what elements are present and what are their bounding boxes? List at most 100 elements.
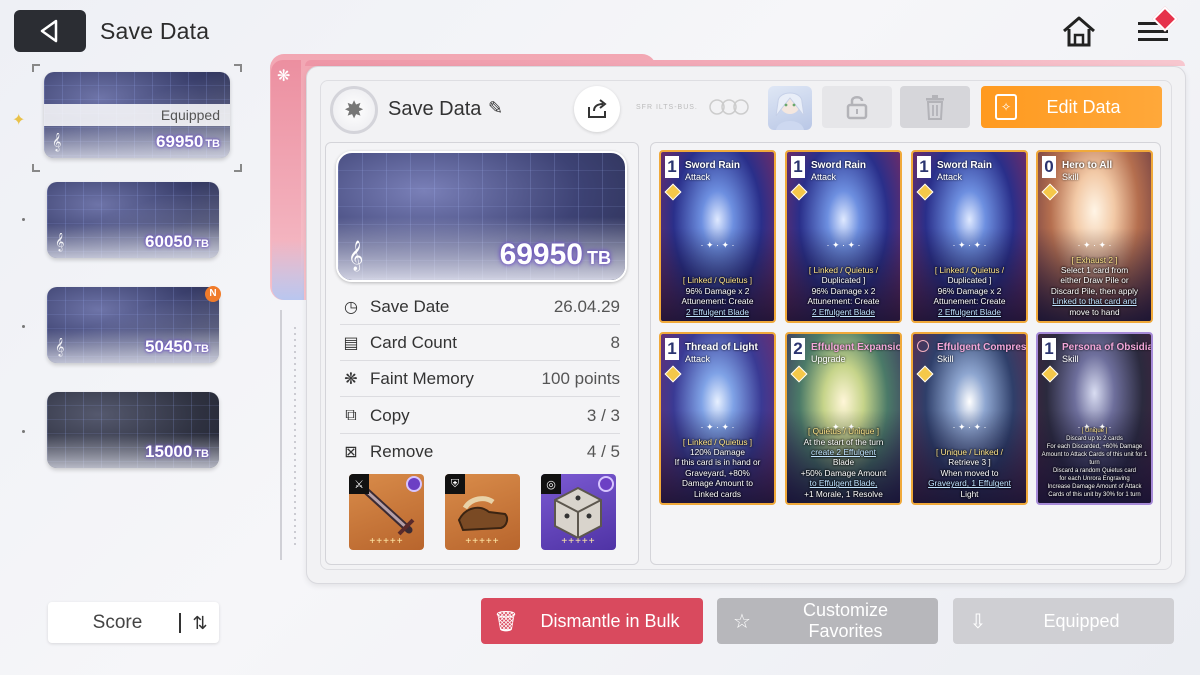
card-description: [ Unique ] Discard up to 2 cards For each … bbox=[1041, 427, 1148, 499]
sort-button[interactable]: Score ⇅ bbox=[48, 602, 219, 643]
card-name: Thread of Light bbox=[685, 342, 758, 353]
card-cost: 2 bbox=[791, 338, 805, 360]
card-description-line: Select 1 card from bbox=[1060, 264, 1129, 275]
save-slot-2[interactable]: 𝄞 60050 TB bbox=[47, 182, 219, 258]
card-description-line: When moved to bbox=[940, 467, 999, 478]
stat-copy: ⧉ Copy 3 / 3 bbox=[340, 398, 620, 434]
card-description: [ Linked / Quietus / Duplicated ] 96% Dama… bbox=[916, 265, 1023, 317]
card-description-line: Blade bbox=[832, 457, 855, 468]
card-edit-icon: ✧ bbox=[995, 94, 1017, 120]
trash-icon: 🗑 bbox=[493, 610, 519, 633]
menu-button[interactable] bbox=[1130, 6, 1178, 52]
sparkle-decor: · ✦ · ✦ · bbox=[952, 422, 987, 432]
preview-value: 69950 TB bbox=[499, 238, 611, 271]
equipped-label: Equipped bbox=[44, 104, 230, 126]
cards-icon: ▤ bbox=[343, 334, 359, 352]
card-cost: 1 bbox=[917, 156, 931, 178]
card-description-line: +1 Morale, 1 Resolve bbox=[804, 488, 883, 499]
card-description-line: [ Linked / Quietus / bbox=[934, 264, 1005, 275]
card-description-line: [ Unique / Linked / bbox=[936, 446, 1003, 457]
item-stars: +++++ bbox=[369, 536, 404, 547]
decor-dots bbox=[292, 325, 298, 545]
home-icon bbox=[1063, 16, 1095, 47]
card-description-line: If this card is in hand or bbox=[674, 457, 761, 468]
card-1[interactable]: · ✦ · ✦ · 1 Sword Rain Attack [ Linked / Qui… bbox=[659, 150, 776, 323]
remove-icon: ⊠ bbox=[344, 444, 358, 461]
customize-favorites-button[interactable]: ☆ Customize Favorites bbox=[717, 598, 938, 644]
card-8[interactable]: · ✦ · ✦ · 1 Persona of Obsidian Skill[ Uniq… bbox=[1036, 332, 1153, 505]
sparkle-decor: · ✦ · ✦ · bbox=[952, 240, 987, 250]
slot-value: 69950 TB bbox=[156, 132, 220, 151]
save-slot-1[interactable]: Equipped 𝄞 69950 TB bbox=[44, 72, 230, 158]
save-preview-image: 𝄞 69950 TB bbox=[336, 151, 627, 282]
sort-order-icon[interactable]: ⇅ bbox=[179, 612, 219, 633]
dismantle-in-bulk-button[interactable]: 🗑 Dismantle in Bulk bbox=[481, 598, 703, 644]
decor-text: SFR ILTS-BUS. bbox=[636, 104, 698, 111]
save-emblem-icon: ✸ bbox=[330, 86, 378, 134]
rename-pencil-icon[interactable]: ✎ bbox=[488, 98, 503, 119]
page-title: Save Data bbox=[100, 18, 210, 44]
save-slot-4[interactable]: 15000 TB bbox=[47, 392, 219, 468]
card-description-line: either Draw Pile or bbox=[1060, 275, 1129, 286]
trash-icon bbox=[926, 95, 944, 120]
card-name: Persona of Obsidian bbox=[1062, 342, 1153, 353]
card-description: [ Linked / Quietus ] 120% Damage If this c… bbox=[664, 437, 771, 499]
card-description-line: to Effulgent Blade, bbox=[809, 478, 878, 489]
rarity-orb-icon bbox=[406, 476, 422, 492]
clef-icon: 𝄞 bbox=[55, 339, 65, 356]
back-button[interactable] bbox=[14, 10, 86, 52]
sparkle-decor: · ✦ · ✦ · bbox=[700, 422, 735, 432]
item-stars: +++++ bbox=[465, 536, 500, 547]
home-button[interactable] bbox=[1058, 10, 1100, 52]
card-7[interactable]: · ✦ · ✦ · Effulgent CompressionSkill [ Uni… bbox=[911, 332, 1028, 505]
card-description-line: 2 Effulgent Blade bbox=[685, 306, 750, 317]
card-type: Attack bbox=[685, 354, 711, 364]
card-3[interactable]: · ✦ · ✦ · 1 Sword Rain Attack [ Linked / Qui… bbox=[911, 150, 1028, 323]
card-2[interactable]: · ✦ · ✦ · 1 Sword Rain Attack [ Linked / Qui… bbox=[785, 150, 902, 323]
item-stars: +++++ bbox=[561, 536, 596, 547]
card-description-line: [ Linked / Quietus ] bbox=[682, 275, 753, 286]
stat-label: Save Date bbox=[370, 296, 450, 316]
card-4[interactable]: · ✦ · ✦ · 0 Hero to All Skill [ Exhaust 2 ] S… bbox=[1036, 150, 1153, 323]
equip-button[interactable]: ⇩ Equipped bbox=[953, 598, 1174, 644]
card-description-line: 96% Damage x 2 bbox=[685, 285, 750, 296]
card-name: Sword Rain bbox=[685, 160, 741, 171]
brain-icon: ❋ bbox=[277, 68, 291, 85]
lock-button[interactable] bbox=[822, 86, 892, 128]
card-type: Upgrade bbox=[811, 354, 846, 364]
equipment-armor[interactable]: ⛨ +++++ bbox=[445, 474, 520, 550]
slot-value: 50450 TB bbox=[145, 337, 209, 356]
star-edit-icon: ☆ bbox=[733, 610, 751, 633]
sword-icon: ⚔ bbox=[349, 474, 369, 494]
clef-icon: 𝄞 bbox=[55, 234, 65, 251]
ring-icon: ◎ bbox=[541, 474, 561, 494]
card-description-line: Damage Amount to bbox=[681, 478, 754, 489]
save-slot-3[interactable]: 𝄞 50450 TB bbox=[47, 287, 219, 363]
card-cost: 1 bbox=[665, 338, 679, 360]
character-portrait-icon bbox=[775, 92, 805, 130]
card-5[interactable]: · ✦ · ✦ · 1 Thread of Light Attack [ Linked … bbox=[659, 332, 776, 505]
card-description-line: [ Linked / Quietus ] bbox=[682, 436, 753, 447]
clock-icon: ◷ bbox=[344, 298, 358, 316]
share-button[interactable] bbox=[574, 86, 620, 132]
stat-label: Card Count bbox=[370, 332, 457, 352]
stat-remove: ⊠ Remove 4 / 5 bbox=[340, 434, 620, 470]
sort-label: Score bbox=[92, 611, 143, 633]
stat-value: 4 / 5 bbox=[586, 442, 620, 461]
card-name: Effulgent Expansion bbox=[811, 342, 902, 353]
card-type: Attack bbox=[685, 172, 711, 182]
equipment-accessory[interactable]: ◎ +++++ bbox=[541, 474, 616, 550]
stat-label: Remove bbox=[370, 442, 434, 461]
copy-icon: ⧉ bbox=[345, 406, 357, 424]
stat-value: 100 points bbox=[541, 368, 620, 388]
armor-icon: ⛨ bbox=[445, 474, 465, 494]
equipment-weapon[interactable]: ⚔ +++++ bbox=[349, 474, 424, 550]
edit-data-button[interactable]: ✧ Edit Data bbox=[981, 86, 1162, 128]
card-type: Attack bbox=[811, 172, 837, 182]
dismantle-label: Dismantle in Bulk bbox=[540, 610, 680, 631]
delete-button[interactable] bbox=[900, 86, 970, 128]
character-avatar[interactable] bbox=[768, 86, 812, 130]
card-description: [ Unique / Linked / Retrieve 3 ] When move… bbox=[916, 447, 1023, 499]
panel-side-gradient bbox=[272, 240, 304, 300]
card-6[interactable]: · ✦ · ✦ · 2 Effulgent Expansion Upgrade[ Qu… bbox=[785, 332, 902, 505]
